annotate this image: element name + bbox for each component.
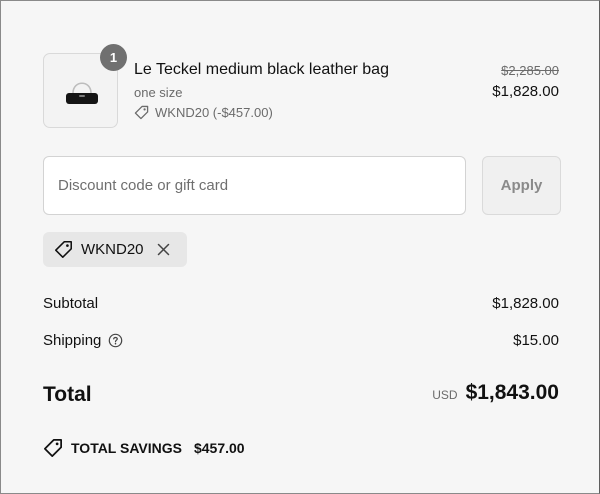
close-icon — [157, 243, 170, 256]
applied-code-chip: WKND20 — [43, 232, 187, 267]
product-name: Le Teckel medium black leather bag — [134, 61, 389, 78]
product-variant: one size — [134, 85, 183, 100]
tag-icon — [44, 439, 62, 457]
quantity-badge: 1 — [100, 44, 127, 71]
total-savings-amount: $457.00 — [193, 440, 245, 456]
discount-code-input[interactable] — [43, 156, 466, 215]
total-value: USD $1,843.00 — [432, 381, 559, 405]
price-original: $2,285.00 — [501, 63, 559, 78]
remove-code-button[interactable] — [156, 242, 172, 258]
apply-button[interactable]: Apply — [482, 156, 561, 215]
total-savings-label: TOTAL SAVINGS — [71, 440, 182, 456]
shipping-value: $15.00 — [513, 332, 559, 349]
subtotal-value: $1,828.00 — [492, 295, 559, 312]
tag-icon — [55, 241, 72, 258]
total-label: Total — [43, 383, 92, 406]
product-discount: WKND20 (-$457.00) — [134, 105, 273, 120]
shipping-label: Shipping — [43, 332, 102, 349]
subtotal-label: Subtotal — [43, 295, 99, 312]
product-discount-label: WKND20 (-$457.00) — [155, 105, 273, 120]
total-currency: USD — [432, 388, 458, 402]
applied-code-label: WKND20 — [81, 241, 144, 258]
order-summary-panel: 1 Le Teckel medium black leather bag one… — [0, 0, 600, 494]
bag-image — [66, 82, 98, 104]
help-circle-icon[interactable] — [108, 333, 123, 348]
tag-icon — [134, 105, 149, 120]
total-savings: TOTAL SAVINGS $457.00 — [43, 438, 245, 458]
total-amount: $1,843.00 — [465, 381, 559, 404]
shipping-row-label: Shipping — [43, 332, 123, 349]
price-current: $1,828.00 — [492, 83, 559, 100]
